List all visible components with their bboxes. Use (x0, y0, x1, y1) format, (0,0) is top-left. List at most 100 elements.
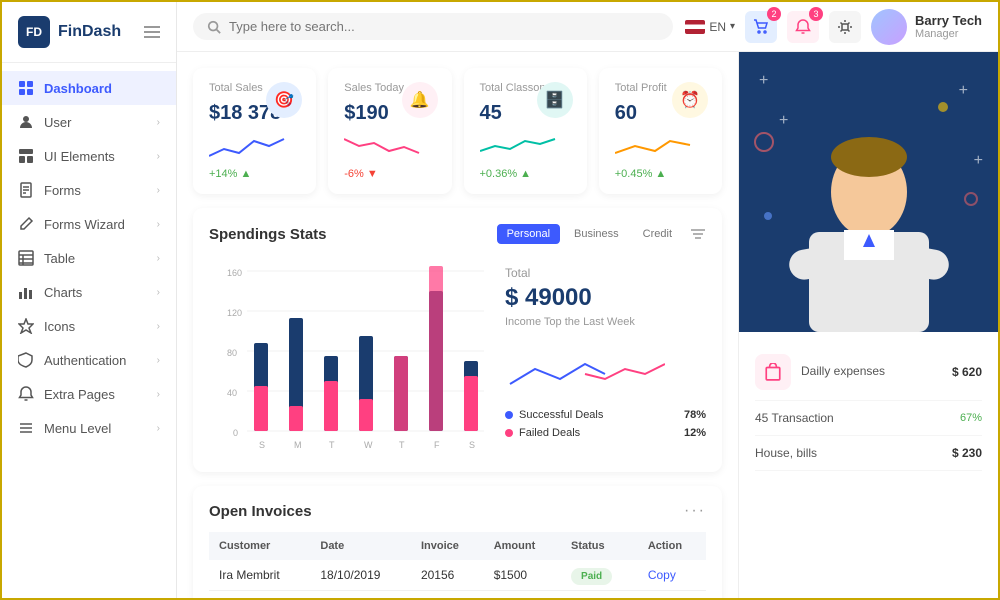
mini-chart-today (344, 131, 435, 164)
settings-button[interactable] (829, 11, 861, 43)
chevron-right-icon: › (157, 117, 160, 128)
user-icon (18, 114, 34, 130)
sidebar-item-extra-pages[interactable]: Extra Pages › (2, 377, 176, 411)
status-badge: Paid (571, 568, 612, 585)
settings-icon (837, 19, 853, 35)
stat-change: -6% ▼ (344, 168, 435, 180)
deal-pct-successful: 78% (684, 409, 706, 421)
search-box[interactable] (193, 13, 673, 40)
expense-right: $ 620 (952, 365, 982, 379)
user-role: Manager (915, 28, 982, 40)
expense-item-house: House, bills $ 230 (755, 436, 982, 471)
cart-button[interactable]: 2 (745, 11, 777, 43)
sidebar-item-table[interactable]: Table › (2, 241, 176, 275)
sidebar-item-label: Dashboard (44, 81, 112, 96)
total-value: $ 49000 (505, 284, 706, 312)
stat-card-total-sales: Total Sales 🎯 $18 378 +14% ▲ (193, 68, 316, 194)
sidebar-item-icons[interactable]: Icons › (2, 309, 176, 343)
stat-change: +14% ▲ (209, 168, 300, 180)
search-icon (207, 20, 221, 34)
edit-icon (18, 216, 34, 232)
main-content: EN ▾ 2 3 (177, 2, 998, 598)
svg-text:0: 0 (233, 428, 238, 438)
deal-legend: Successful Deals 78% Failed Deals 12% (505, 409, 706, 439)
sidebar-item-authentication[interactable]: Authentication › (2, 343, 176, 377)
stat-icon-sales: 🎯 (266, 82, 302, 118)
sidebar-item-ui-elements[interactable]: UI Elements › (2, 139, 176, 173)
header: EN ▾ 2 3 (177, 2, 998, 52)
tab-personal[interactable]: Personal (497, 224, 560, 244)
total-label: Total (505, 266, 706, 280)
filter-icon[interactable] (690, 227, 706, 241)
person-illustration (779, 102, 959, 332)
user-details: Barry Tech Manager (915, 13, 982, 40)
deal-pct-failed: 12% (684, 427, 706, 439)
shield-icon (18, 352, 34, 368)
chevron-right-icon: › (157, 253, 160, 264)
cell-date: 18/10/2019 (310, 560, 411, 591)
sidebar-item-charts[interactable]: Charts › (2, 275, 176, 309)
spending-header: Spendings Stats Personal Business Credit (209, 224, 706, 244)
stat-card-total-profit: Total Profit ⏰ 60 +0.45% ▲ (599, 68, 722, 194)
cell-action[interactable]: Copy (638, 560, 706, 591)
deals-chart (505, 344, 706, 397)
sidebar-item-user[interactable]: User › (2, 105, 176, 139)
shopping-bag-icon (764, 363, 782, 381)
chevron-right-icon: › (157, 219, 160, 230)
sidebar-item-menu-level[interactable]: Menu Level › (2, 411, 176, 445)
stat-icon-profit: ⏰ (672, 82, 708, 118)
stat-card-sales-today: Sales Today 🔔 $190 -6% ▼ (328, 68, 451, 194)
bar-chart-icon (18, 284, 34, 300)
language-selector[interactable]: EN ▾ (685, 20, 735, 34)
svg-text:40: 40 (227, 388, 237, 398)
sidebar-item-forms-wizard[interactable]: Forms Wizard › (2, 207, 176, 241)
deal-label: Failed Deals (519, 427, 580, 439)
col-status: Status (561, 532, 638, 560)
chevron-right-icon: › (157, 321, 160, 332)
col-customer: Customer (209, 532, 310, 560)
chevron-right-icon: › (157, 423, 160, 434)
cell-customer: Ira Membrit (209, 560, 310, 591)
sidebar-item-forms[interactable]: Forms › (2, 173, 176, 207)
mini-chart-classon (480, 131, 571, 164)
expenses-section: Dailly expenses $ 620 45 Transaction 67% (739, 332, 998, 483)
chevron-right-icon: › (157, 185, 160, 196)
svg-text:80: 80 (227, 348, 237, 358)
search-input[interactable] (229, 19, 429, 34)
table-icon (18, 250, 34, 266)
svg-text:160: 160 (227, 268, 242, 278)
sidebar: FD FinDash Dashboard User › UI Elements … (2, 2, 177, 598)
invoices-card: Open Invoices ··· Customer Date Invoice … (193, 486, 722, 598)
dashboard-main: Total Sales 🎯 $18 378 +14% ▲ Sales Today… (177, 52, 738, 598)
expense-amount: $ 230 (952, 446, 982, 460)
chevron-right-icon: › (157, 355, 160, 366)
invoices-header: Open Invoices ··· (209, 502, 706, 520)
expense-pct: 67% (960, 412, 982, 424)
sidebar-item-label: Forms (44, 183, 81, 198)
sidebar-item-label: Icons (44, 319, 75, 334)
user-name: Barry Tech (915, 13, 982, 28)
col-invoice: Invoice (411, 532, 484, 560)
grid-icon (18, 80, 34, 96)
sidebar-item-label: UI Elements (44, 149, 115, 164)
more-options-button[interactable]: ··· (684, 502, 706, 520)
stat-change: +0.36% ▲ (480, 168, 571, 180)
deal-label: Successful Deals (519, 409, 603, 421)
stat-card-total-classon: Total Classon 🗄️ 45 +0.36% ▲ (464, 68, 587, 194)
copy-button[interactable]: Copy (648, 568, 676, 582)
expense-item-transaction: 45 Transaction 67% (755, 401, 982, 436)
content-area: Total Sales 🎯 $18 378 +14% ▲ Sales Today… (177, 52, 998, 598)
tab-business[interactable]: Business (564, 224, 629, 244)
flag-icon (685, 20, 705, 34)
bell-button[interactable]: 3 (787, 11, 819, 43)
tab-credit[interactable]: Credit (633, 224, 682, 244)
sidebar-item-label: Table (44, 251, 75, 266)
sidebar-item-dashboard[interactable]: Dashboard (2, 71, 176, 105)
svg-text:F: F (434, 440, 440, 450)
chevron-right-icon: › (157, 287, 160, 298)
sidebar-item-label: Forms Wizard (44, 217, 125, 232)
spending-stats-card: Spendings Stats Personal Business Credit (193, 208, 722, 472)
svg-text:S: S (259, 440, 265, 450)
chevron-right-icon: › (157, 151, 160, 162)
hamburger-menu[interactable] (144, 26, 160, 38)
